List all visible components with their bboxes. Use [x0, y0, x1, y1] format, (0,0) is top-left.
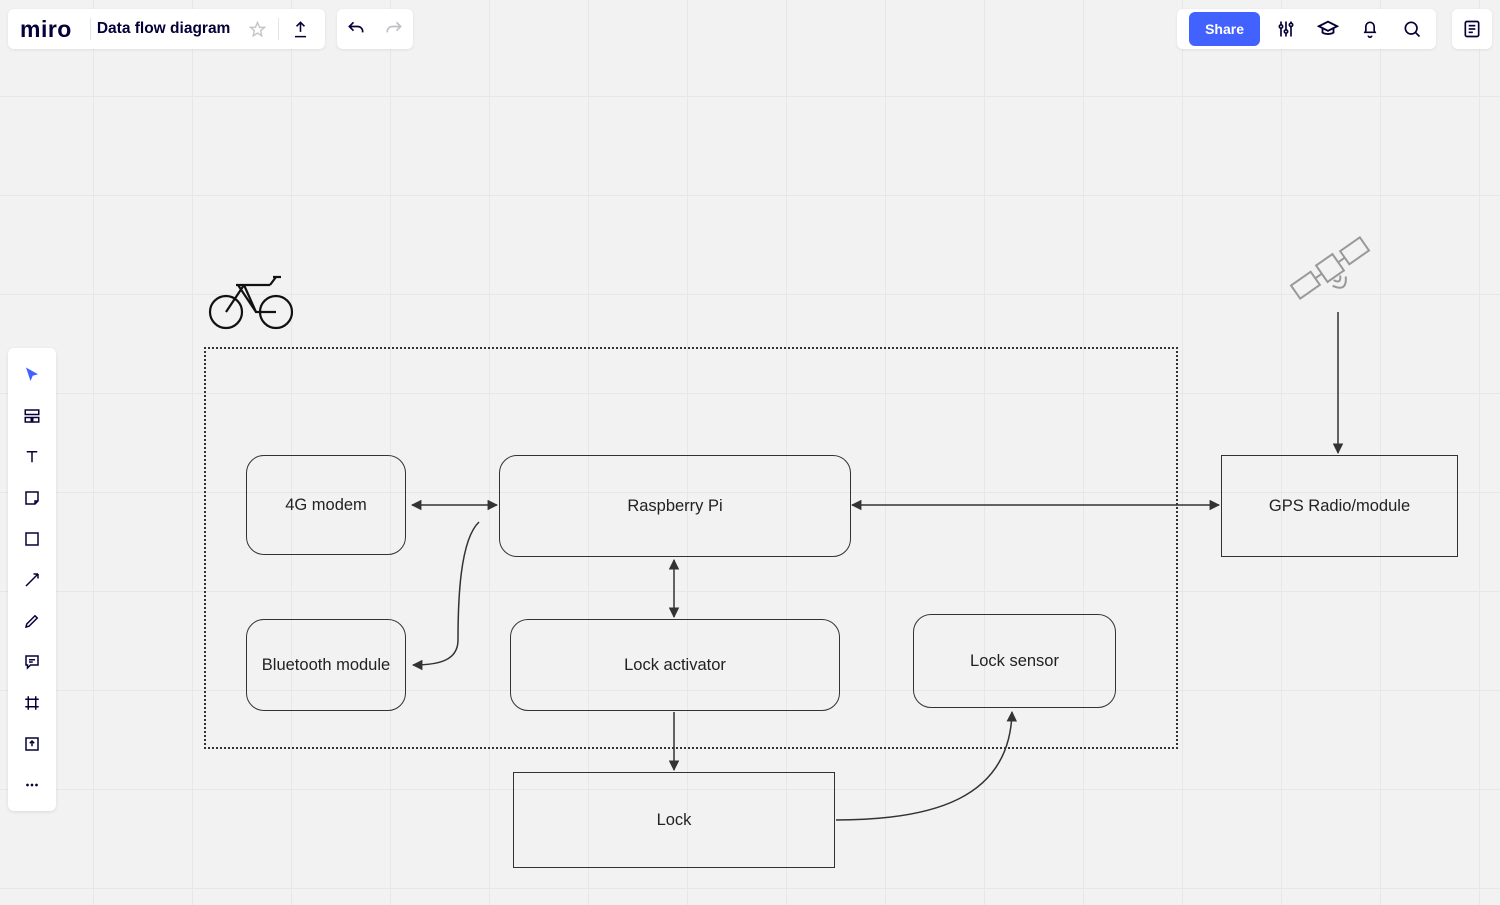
- node-label: Lock activator: [624, 656, 726, 675]
- node-label: GPS Radio/module: [1269, 497, 1410, 516]
- bell-icon[interactable]: [1350, 9, 1390, 49]
- left-toolbar: [8, 348, 56, 811]
- side-panel-toggle[interactable]: [1452, 9, 1492, 49]
- tool-pen[interactable]: [12, 600, 52, 641]
- undo-icon[interactable]: [337, 10, 375, 48]
- node-label: Lock sensor: [970, 652, 1059, 671]
- app-logo[interactable]: miro: [8, 16, 88, 43]
- node-raspberry-pi[interactable]: Raspberry Pi: [499, 455, 851, 557]
- node-lock-sensor[interactable]: Lock sensor: [913, 614, 1116, 708]
- divider: [90, 18, 91, 40]
- redo-icon[interactable]: [375, 10, 413, 48]
- share-button[interactable]: Share: [1189, 12, 1260, 46]
- export-icon[interactable]: [281, 10, 319, 48]
- search-icon[interactable]: [1392, 9, 1432, 49]
- node-label: Lock: [657, 811, 692, 830]
- board-header: miro Data flow diagram: [8, 9, 325, 49]
- tool-connector[interactable]: [12, 559, 52, 600]
- node-4g-modem[interactable]: 4G modem: [246, 455, 406, 555]
- settings-icon[interactable]: [1266, 9, 1306, 49]
- tool-upload[interactable]: [12, 723, 52, 764]
- tool-frame[interactable]: [12, 682, 52, 723]
- node-gps-module[interactable]: GPS Radio/module: [1221, 455, 1458, 557]
- tool-select[interactable]: [12, 354, 52, 395]
- tool-comment[interactable]: [12, 641, 52, 682]
- node-lock-activator[interactable]: Lock activator: [510, 619, 840, 711]
- divider: [278, 18, 279, 40]
- tool-shape[interactable]: [12, 518, 52, 559]
- node-lock[interactable]: Lock: [513, 772, 835, 868]
- node-label: Bluetooth module: [262, 656, 390, 675]
- tool-templates[interactable]: [12, 395, 52, 436]
- undo-redo-group: [337, 9, 413, 49]
- board-title[interactable]: Data flow diagram: [93, 20, 239, 38]
- node-bluetooth[interactable]: Bluetooth module: [246, 619, 406, 711]
- topbar: miro Data flow diagram Share: [8, 8, 1492, 50]
- tool-text[interactable]: [12, 436, 52, 477]
- node-label: 4G modem: [285, 496, 367, 515]
- learn-icon[interactable]: [1308, 9, 1348, 49]
- star-icon[interactable]: [238, 10, 276, 48]
- top-right-actions: Share: [1177, 9, 1436, 49]
- tool-more[interactable]: [12, 764, 52, 805]
- tool-sticky-note[interactable]: [12, 477, 52, 518]
- node-label: Raspberry Pi: [627, 497, 722, 516]
